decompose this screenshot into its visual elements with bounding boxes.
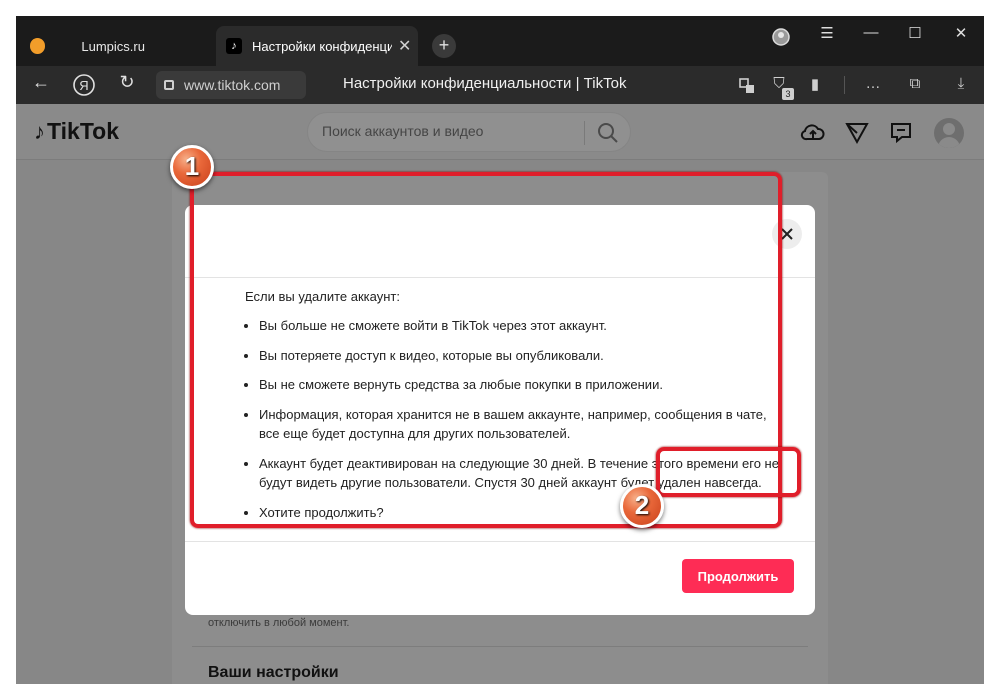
close-window-icon[interactable]: ✕ <box>946 24 976 42</box>
user-avatar[interactable] <box>934 118 964 148</box>
messages-icon[interactable] <box>888 120 914 146</box>
screenshot-frame: Lumpics.ru ♪ Настройки конфиденциальност… <box>0 0 1000 700</box>
url-text: www.tiktok.com <box>184 77 281 93</box>
tiktok-note-icon: ♪ <box>34 119 45 144</box>
collections-icon[interactable]: ⧉ <box>904 75 926 92</box>
download-icon[interactable]: ⤓ <box>950 75 972 92</box>
search-bar <box>307 112 631 152</box>
back-icon[interactable]: ← <box>28 72 54 93</box>
avatar-body <box>938 137 960 148</box>
upload-icon[interactable] <box>800 120 826 146</box>
tab-label: Lumpics.ru <box>81 38 145 54</box>
search-input[interactable] <box>322 123 582 139</box>
page-title: Настройки конфиденциальности | TikTok <box>343 75 627 92</box>
highlight-box-continue <box>656 447 801 497</box>
downloads-badge: 3 <box>782 88 794 100</box>
toolbar-divider <box>844 76 845 94</box>
url-field[interactable]: www.tiktok.com <box>156 71 306 99</box>
continue-button[interactable]: Продолжить <box>682 559 794 593</box>
more-icon[interactable]: … <box>862 75 884 92</box>
inbox-send-icon[interactable] <box>844 120 870 146</box>
avatar-head <box>943 123 955 135</box>
modal-divider-bottom <box>185 541 815 542</box>
step-marker-2: 2 <box>620 484 664 528</box>
tab-close-icon[interactable]: ✕ <box>398 36 411 56</box>
profile-icon[interactable] <box>770 26 792 48</box>
extension-icon[interactable] <box>737 76 757 96</box>
logo-text: TikTok <box>47 118 119 144</box>
svg-text:Я: Я <box>79 78 88 93</box>
reload-icon[interactable]: ↻ <box>114 72 140 93</box>
tab-tiktok-settings[interactable]: ♪ Настройки конфиденциальности ✕ <box>216 26 418 66</box>
search-icon[interactable] <box>594 119 622 147</box>
step-marker-1: 1 <box>170 145 214 189</box>
tiktok-logo[interactable]: ♪TikTok <box>34 118 119 145</box>
search-divider <box>584 121 585 145</box>
new-tab-icon[interactable]: + <box>432 34 456 58</box>
tiktok-header: ♪TikTok <box>16 104 984 160</box>
tab-lumpics[interactable]: Lumpics.ru <box>20 26 216 66</box>
minimize-icon[interactable]: — <box>856 24 886 41</box>
tab-bar: Lumpics.ru ♪ Настройки конфиденциальност… <box>16 16 984 66</box>
tab-label: Настройки конфиденциальности <box>252 38 392 54</box>
card-divider <box>192 646 808 647</box>
lumpics-favicon-icon <box>30 38 46 54</box>
tiktok-favicon-icon: ♪ <box>226 38 242 54</box>
bookmark-icon[interactable]: ▮ <box>804 75 826 93</box>
address-bar: ← Я ↻ www.tiktok.com Настройки конфиденц… <box>16 66 984 104</box>
maximize-icon[interactable]: ☐ <box>900 24 930 42</box>
lock-icon <box>164 80 174 90</box>
menu-icon[interactable]: ☰ <box>812 24 842 42</box>
your-settings-heading: Ваши настройки <box>208 664 339 681</box>
yandex-icon[interactable]: Я <box>72 73 96 97</box>
